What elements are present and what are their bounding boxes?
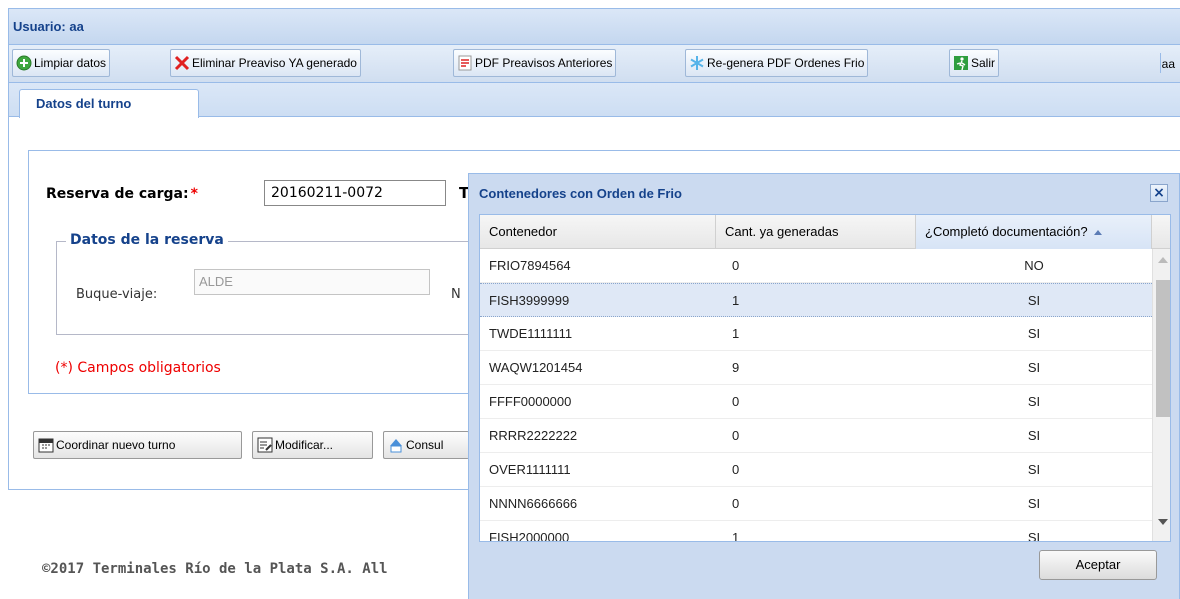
column-header-cant[interactable]: Cant. ya generadas [716, 215, 916, 249]
reserva-input[interactable]: 20160211-0072 [264, 180, 446, 206]
consultar-label: Consul [406, 438, 444, 452]
cell-contenedor: FFFF0000000 [489, 394, 572, 409]
aceptar-button[interactable]: Aceptar [1039, 550, 1157, 580]
reserva-label-text: Reserva de carga: [46, 186, 189, 202]
dialog-title: Contenedores con Orden de Frio [479, 186, 682, 201]
required-mark: * [190, 186, 198, 202]
user-name: aa [1161, 57, 1175, 71]
cell-completo: SI [1027, 326, 1041, 341]
column-header-completo-label: ¿Completó documentación? [925, 224, 1088, 239]
salir-button[interactable]: Salir [949, 49, 1000, 77]
table-row[interactable]: OVER1111111 0 SI [480, 453, 1152, 487]
cell-contenedor: FISH3999999 [489, 293, 570, 308]
buque-input[interactable]: ALDE [194, 269, 430, 295]
modificar-button[interactable]: Modificar... [252, 431, 373, 459]
required-fields-note: (*) Campos obligatorios [55, 360, 221, 376]
sort-ascending-icon [1093, 230, 1102, 236]
containers-grid: Contenedor Cant. ya generadas ¿Completó … [479, 214, 1171, 542]
fieldset-legend: Datos de la reserva [66, 232, 228, 248]
ordenes-frio-dialog: Contenedores con Orden de Frio × Contene… [468, 173, 1180, 599]
add-circle-icon [16, 55, 32, 71]
cell-cant: 0 [732, 394, 740, 409]
cell-cant: 9 [732, 360, 740, 375]
regenera-pdf-button[interactable]: Re-genera PDF Ordenes Frio [685, 49, 869, 77]
edit-form-icon [257, 437, 273, 453]
cell-contenedor: TWDE1111111 [489, 326, 573, 341]
modificar-label: Modificar... [275, 438, 334, 452]
cell-contenedor: WAQW1201454 [489, 360, 583, 375]
cell-cant: 1 [732, 530, 740, 542]
table-row[interactable]: NNNN6666666 0 SI [480, 487, 1152, 521]
coordinar-turno-label: Coordinar nuevo turno [56, 438, 176, 452]
cell-contenedor: NNNN6666666 [489, 496, 578, 511]
scroll-down-icon[interactable] [1158, 519, 1168, 525]
eliminar-preaviso-button[interactable]: Eliminar Preaviso YA generado [170, 49, 361, 77]
cell-completo: SI [1027, 530, 1041, 542]
snowflake-icon [689, 55, 705, 71]
pdf-icon [457, 55, 473, 71]
truncated-label-n: N [451, 287, 461, 302]
scroll-thumb[interactable] [1156, 280, 1170, 417]
table-row[interactable]: WAQW1201454 9 SI [480, 351, 1152, 385]
cell-contenedor: RRRR2222222 [489, 428, 578, 443]
table-row[interactable]: TWDE1111111 1 SI [480, 317, 1152, 351]
delete-x-icon [174, 55, 190, 71]
cell-completo: SI [1027, 293, 1041, 308]
table-row[interactable]: FISH3999999 1 SI [480, 283, 1152, 317]
tab-strip: Datos del turno [9, 83, 1180, 118]
cell-completo: SI [1027, 428, 1041, 443]
cell-completo: SI [1027, 360, 1041, 375]
cell-completo: NO [1024, 258, 1044, 273]
limpiar-datos-label: Limpiar datos [34, 56, 107, 70]
toolbar: Limpiar datos Eliminar Preaviso YA gener… [9, 45, 1180, 83]
cell-contenedor: FISH2000000 [489, 530, 570, 542]
table-row[interactable]: FRIO7894564 0 NO [480, 249, 1152, 283]
scroll-up-icon[interactable] [1158, 257, 1168, 263]
tab-datos-del-turno[interactable]: Datos del turno [19, 89, 199, 118]
eliminar-preaviso-label: Eliminar Preaviso YA generado [192, 56, 357, 70]
pdf-preavisos-button[interactable]: PDF Preavisos Anteriores [453, 49, 617, 77]
pdf-preavisos-label: PDF Preavisos Anteriores [475, 56, 613, 70]
cell-cant: 0 [732, 496, 740, 511]
close-icon[interactable]: × [1150, 184, 1168, 202]
column-header-completo[interactable]: ¿Completó documentación? [916, 215, 1152, 249]
column-header-contenedor[interactable]: Contenedor [480, 215, 716, 249]
cell-cant: 1 [732, 326, 740, 341]
cell-cant: 0 [732, 428, 740, 443]
buque-label: Buque-viaje: [76, 287, 158, 302]
grid-body: FRIO7894564 0 NO FISH3999999 1 SI TWDE11… [480, 249, 1152, 542]
table-row[interactable]: RRRR2222222 0 SI [480, 419, 1152, 453]
cell-cant: 1 [732, 293, 740, 308]
consultar-button[interactable]: Consul [383, 431, 469, 459]
calendar-icon [38, 437, 54, 453]
regenera-pdf-label: Re-genera PDF Ordenes Frio [707, 56, 865, 70]
table-row[interactable]: FFFF0000000 0 SI [480, 385, 1152, 419]
limpiar-datos-button[interactable]: Limpiar datos [12, 49, 111, 77]
cell-completo: SI [1027, 496, 1041, 511]
cell-cant: 0 [732, 258, 740, 273]
exit-icon [953, 55, 969, 71]
cell-contenedor: OVER1111111 [489, 462, 571, 477]
grid-scrollbar[interactable] [1152, 249, 1170, 541]
footer-copyright: ©2017 Terminales Río de la Plata S.A. Al… [42, 561, 388, 577]
panel-title: Usuario: aa [9, 9, 1180, 45]
grid-header: Contenedor Cant. ya generadas ¿Completó … [480, 215, 1170, 249]
table-row[interactable]: FISH2000000 1 SI [480, 521, 1152, 542]
cell-contenedor: FRIO7894564 [489, 258, 571, 273]
coordinar-turno-button[interactable]: Coordinar nuevo turno [33, 431, 242, 459]
reserva-label: Reserva de carga: * [46, 186, 198, 202]
cell-completo: SI [1027, 394, 1041, 409]
salir-label: Salir [971, 56, 996, 70]
consult-icon [388, 437, 404, 453]
cell-cant: 0 [732, 462, 740, 477]
cell-completo: SI [1027, 462, 1041, 477]
